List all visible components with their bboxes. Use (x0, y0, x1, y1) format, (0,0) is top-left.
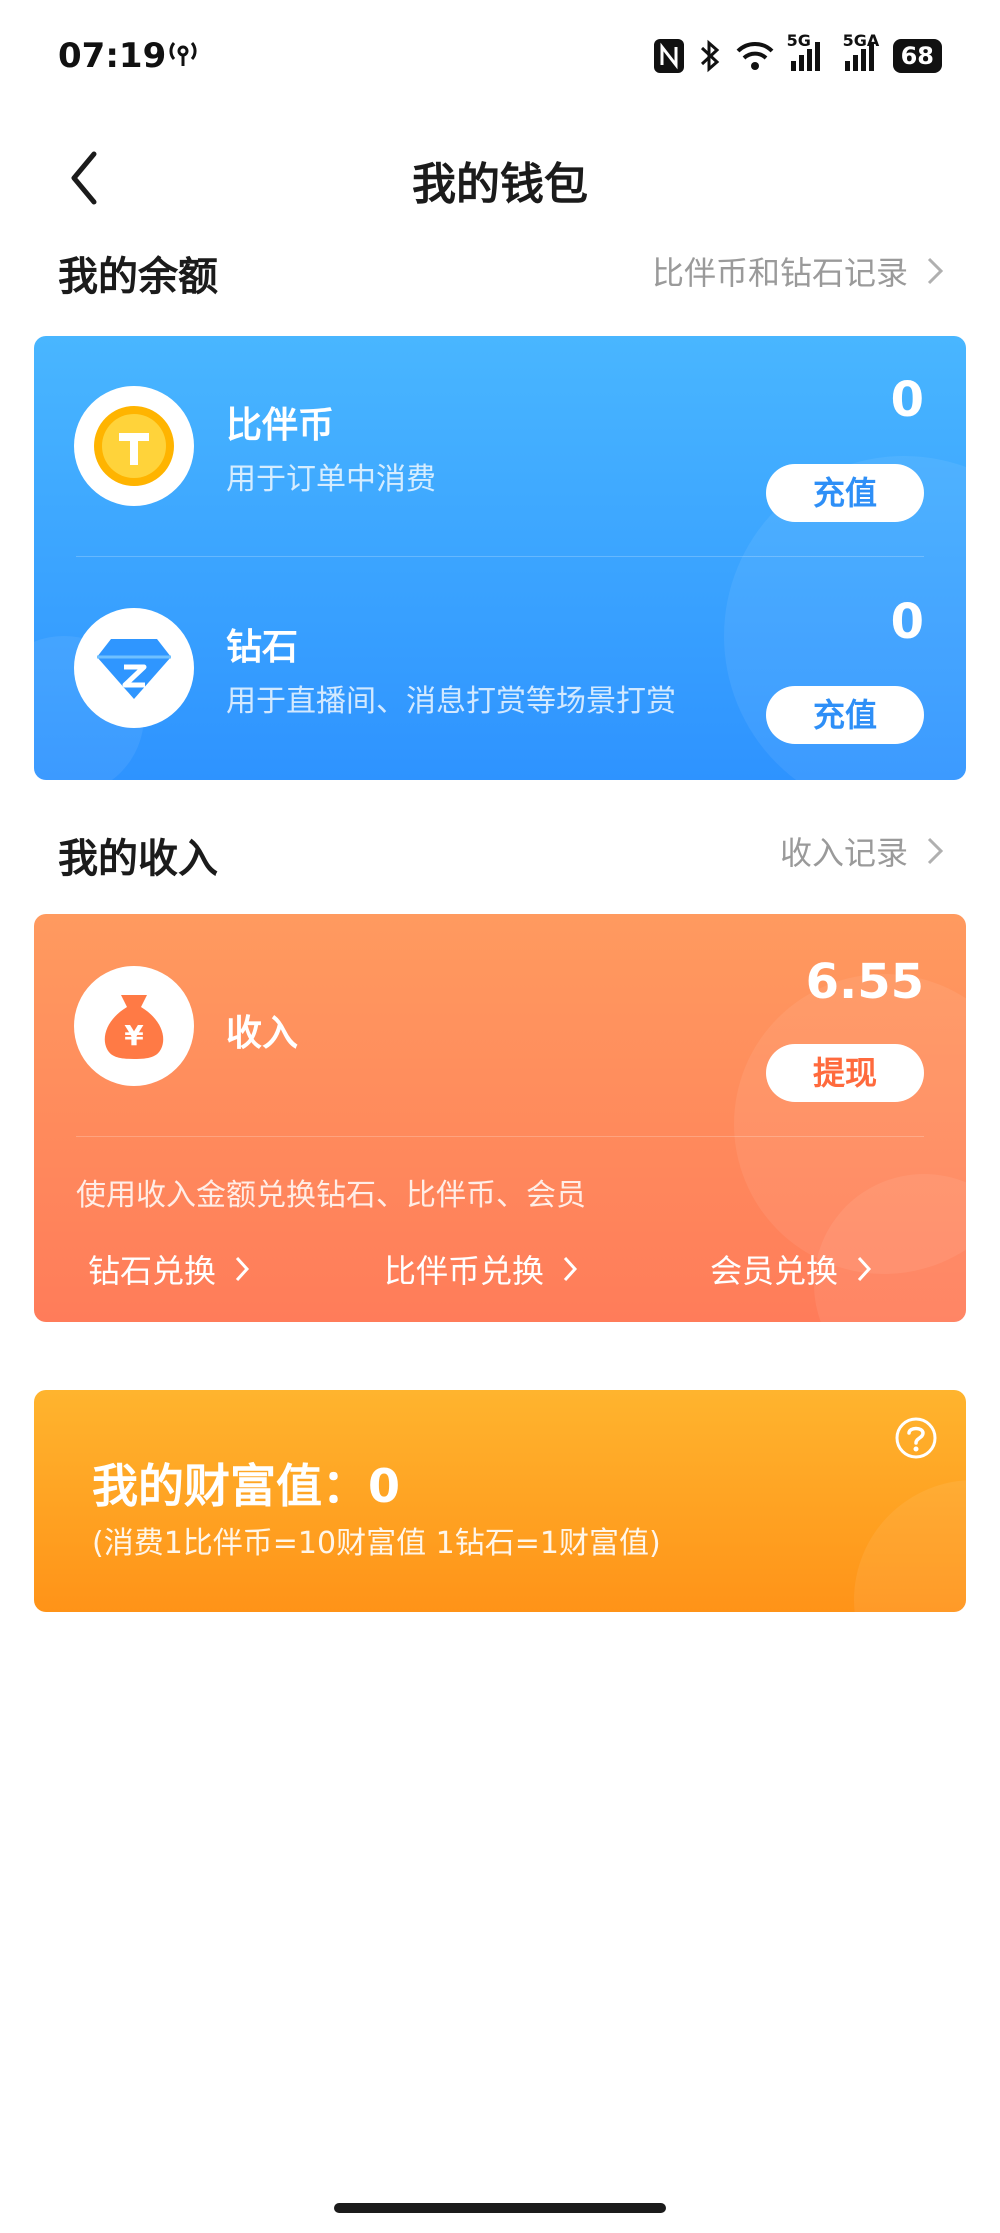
balance-card: 比伴币 用于订单中消费 0 充值 钻石 用于直播间、消息打赏等场景打赏 0 充值 (34, 336, 966, 780)
coin-recharge-button[interactable]: 充值 (766, 464, 924, 522)
chevron-right-icon (927, 837, 944, 865)
membership-exchange-label: 会员兑换 (710, 1252, 839, 1290)
diamond-icon (74, 608, 194, 728)
money-bag-icon: ¥ (74, 966, 194, 1086)
diamond-exchange-link[interactable]: 钻石兑换 (88, 1246, 250, 1292)
cellular-signal-1-icon: 5G (787, 33, 823, 73)
diamond-description: 用于直播间、消息打赏等场景打赏 (226, 684, 676, 719)
income-card: ¥ 收入 6.55 提现 使用收入金额兑换钻石、比伴币、会员 钻石兑换 比伴币兑… (34, 914, 966, 1322)
status-bar: 07:19 5G 5GA 68 (0, 0, 1000, 110)
wealth-rule: (消费1比伴币=10财富值 1钻石=1财富值) (92, 1526, 661, 1561)
balance-records-label: 比伴币和钻石记录 (651, 254, 908, 292)
coin-icon (74, 386, 194, 506)
hotspot-icon (166, 40, 200, 72)
chevron-right-icon (857, 1256, 872, 1282)
card-divider (76, 1136, 924, 1137)
coin-amount: 0 (890, 372, 924, 428)
network-type-label: 5G (786, 31, 811, 50)
battery-indicator: 68 (892, 39, 942, 73)
income-amount: 6.55 (805, 954, 924, 1010)
bluetooth-icon (699, 38, 721, 74)
wealth-title: 我的财富值：0 (92, 1459, 401, 1513)
page-title: 我的钱包 (412, 159, 588, 210)
income-name: 收入 (226, 1013, 299, 1054)
balance-records-link[interactable]: 比伴币和钻石记录 (652, 248, 944, 294)
income-records-link[interactable]: 收入记录 (780, 828, 944, 874)
exchange-note: 使用收入金额兑换钻石、比伴币、会员 (76, 1178, 586, 1213)
diamond-name: 钻石 (226, 627, 299, 668)
home-indicator[interactable] (334, 2203, 666, 2213)
cellular-signal-2-icon: 5GA (837, 33, 879, 73)
withdraw-button[interactable]: 提现 (766, 1044, 924, 1102)
coin-exchange-label: 比伴币兑换 (384, 1252, 545, 1290)
wifi-icon (735, 40, 775, 72)
coin-name: 比伴币 (226, 405, 335, 446)
status-time: 07:19 (58, 36, 167, 76)
coin-exchange-link[interactable]: 比伴币兑换 (384, 1246, 578, 1292)
help-icon[interactable] (894, 1416, 938, 1460)
nfc-icon (653, 38, 685, 74)
income-records-label: 收入记录 (779, 834, 908, 872)
card-divider (76, 556, 924, 557)
coin-description: 用于订单中消费 (226, 462, 436, 497)
membership-exchange-link[interactable]: 会员兑换 (710, 1246, 872, 1292)
diamond-amount: 0 (890, 594, 924, 650)
wealth-card: 我的财富值：0 (消费1比伴币=10财富值 1钻石=1财富值) (34, 1390, 966, 1612)
money-bag-symbol: ¥ (124, 1019, 144, 1052)
card-decoration (854, 1480, 966, 1612)
diamond-exchange-label: 钻石兑换 (88, 1252, 217, 1290)
chevron-right-icon (235, 1256, 250, 1282)
chevron-right-icon (927, 257, 944, 285)
chevron-right-icon (563, 1256, 578, 1282)
income-section-title: 我的收入 (58, 836, 218, 882)
diamond-recharge-button[interactable]: 充值 (766, 686, 924, 744)
balance-section-title: 我的余额 (58, 254, 218, 300)
network-type-label-2: 5GA (842, 31, 880, 50)
